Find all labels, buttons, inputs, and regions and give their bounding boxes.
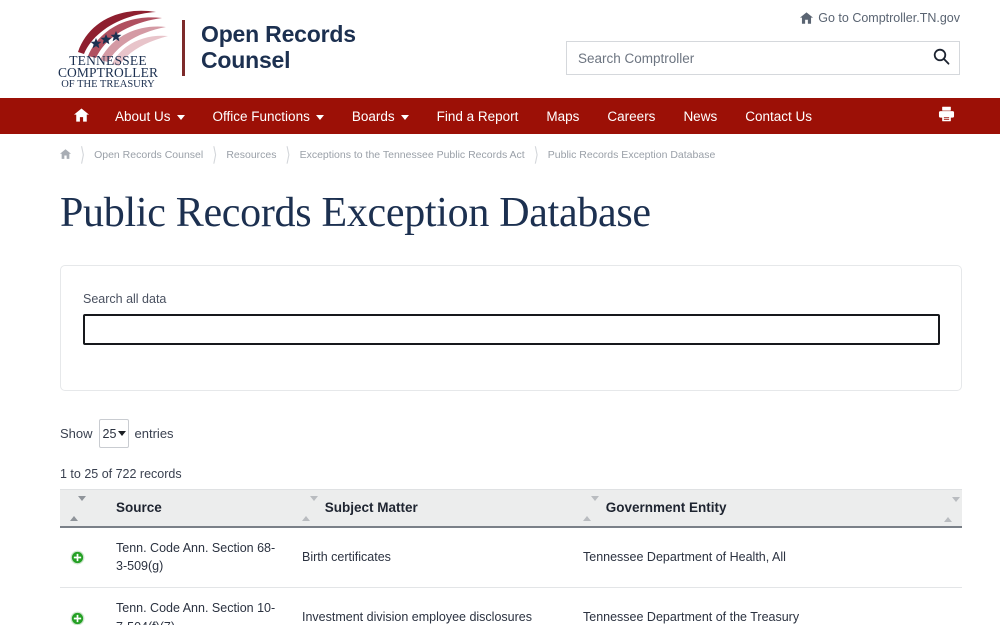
printer-icon bbox=[938, 106, 955, 127]
table-header-row: Source Subject Matter Government Entity bbox=[60, 490, 962, 527]
nav-label: Contact Us bbox=[745, 109, 812, 124]
site-search-box[interactable] bbox=[566, 41, 960, 75]
entries-label: entries bbox=[135, 426, 174, 441]
plus-circle-icon[interactable] bbox=[70, 611, 85, 625]
site-search-input[interactable] bbox=[567, 51, 923, 66]
nav-item-boards[interactable]: Boards bbox=[338, 98, 423, 134]
table-body: Tenn. Code Ann. Section 68-3-509(g) Birt… bbox=[60, 527, 962, 625]
main-navigation: About Us Office Functions Boards Find a … bbox=[0, 98, 1000, 134]
show-label: Show bbox=[60, 426, 93, 441]
nav-label: Boards bbox=[352, 109, 395, 124]
site-logo[interactable]: TENNESSEE COMPTROLLER OF THE TREASURY Op… bbox=[44, 8, 356, 88]
site-header: TENNESSEE COMPTROLLER OF THE TREASURY Op… bbox=[0, 0, 1000, 98]
cell-source: Tenn. Code Ann. Section 68-3-509(g) bbox=[108, 527, 294, 588]
nav-label: Find a Report bbox=[437, 109, 519, 124]
svg-text:COMPTROLLER: COMPTROLLER bbox=[58, 65, 158, 80]
nav-label: About Us bbox=[115, 109, 171, 124]
print-button[interactable] bbox=[932, 102, 960, 130]
column-header-subject-matter[interactable]: Subject Matter bbox=[294, 490, 575, 527]
breadcrumb-separator: ⟩ bbox=[534, 143, 539, 167]
page-length-select-wrapper[interactable]: 25 bbox=[99, 419, 129, 448]
nav-items: About Us Office Functions Boards Find a … bbox=[0, 98, 826, 134]
site-search-button[interactable] bbox=[923, 42, 959, 74]
breadcrumb-home[interactable] bbox=[60, 149, 80, 162]
nav-item-find-a-report[interactable]: Find a Report bbox=[423, 98, 533, 134]
chevron-down-icon bbox=[401, 115, 409, 120]
cell-subject-matter: Investment division employee disclosures bbox=[294, 588, 575, 625]
cell-subject-matter: Birth certificates bbox=[294, 527, 575, 588]
cell-source: Tenn. Code Ann. Section 10-7-504(f)(7) bbox=[108, 588, 294, 625]
table-row[interactable]: Tenn. Code Ann. Section 68-3-509(g) Birt… bbox=[60, 527, 962, 588]
breadcrumb: ⟩ Open Records Counsel ⟩ Resources ⟩ Exc… bbox=[0, 134, 1000, 163]
column-label: Source bbox=[116, 500, 162, 515]
breadcrumb-item-exceptions[interactable]: Exceptions to the Tennessee Public Recor… bbox=[291, 149, 534, 161]
nav-item-careers[interactable]: Careers bbox=[593, 98, 669, 134]
exceptions-table-container: Source Subject Matter Government Entity bbox=[60, 489, 962, 625]
nav-label: News bbox=[683, 109, 717, 124]
nav-item-office-functions[interactable]: Office Functions bbox=[199, 98, 338, 134]
nav-item-maps[interactable]: Maps bbox=[532, 98, 593, 134]
nav-item-contact-us[interactable]: Contact Us bbox=[731, 98, 826, 134]
sort-arrows-icon bbox=[944, 502, 953, 517]
breadcrumb-item-resources[interactable]: Resources bbox=[217, 149, 285, 161]
search-all-data-panel: Search all data bbox=[60, 265, 962, 391]
breadcrumb-separator: ⟩ bbox=[80, 143, 85, 167]
nav-label: Maps bbox=[546, 109, 579, 124]
cell-government-entity: Tennessee Department of Health, All bbox=[575, 527, 962, 588]
column-label: Subject Matter bbox=[325, 500, 418, 515]
home-icon bbox=[74, 108, 89, 125]
home-icon bbox=[60, 150, 71, 162]
column-header-source[interactable]: Source bbox=[108, 490, 294, 527]
row-expand-cell[interactable] bbox=[60, 527, 108, 588]
column-header-government-entity[interactable]: Government Entity bbox=[575, 490, 962, 527]
search-all-data-label: Search all data bbox=[83, 292, 939, 306]
chevron-down-icon bbox=[177, 115, 185, 120]
table-row[interactable]: Tenn. Code Ann. Section 10-7-504(f)(7) I… bbox=[60, 588, 962, 625]
page-title: Public Records Exception Database bbox=[60, 189, 1000, 237]
go-to-comptroller-label: Go to Comptroller.TN.gov bbox=[818, 11, 960, 25]
nav-item-about-us[interactable]: About Us bbox=[101, 98, 199, 134]
cell-government-entity: Tennessee Department of the Treasury bbox=[575, 588, 962, 625]
nav-label: Office Functions bbox=[213, 109, 310, 124]
nav-label: Careers bbox=[607, 109, 655, 124]
site-title-line1: Open Records bbox=[201, 22, 356, 48]
search-all-data-input[interactable] bbox=[83, 314, 940, 345]
row-expand-cell[interactable] bbox=[60, 588, 108, 625]
nav-item-news[interactable]: News bbox=[669, 98, 731, 134]
sort-arrows-icon bbox=[302, 501, 311, 516]
tennessee-comptroller-seal-icon: TENNESSEE COMPTROLLER OF THE TREASURY bbox=[44, 8, 172, 88]
sort-arrows-icon bbox=[70, 501, 79, 516]
breadcrumb-item-current: Public Records Exception Database bbox=[539, 149, 725, 161]
page-length-select[interactable]: 25 bbox=[99, 419, 129, 448]
nav-item-home[interactable] bbox=[60, 98, 101, 134]
search-icon bbox=[933, 48, 950, 68]
logo-divider bbox=[182, 20, 185, 76]
records-info: 1 to 25 of 722 records bbox=[60, 467, 1000, 481]
exceptions-table: Source Subject Matter Government Entity bbox=[60, 489, 962, 625]
chevron-down-icon bbox=[316, 115, 324, 120]
breadcrumb-item-open-records-counsel[interactable]: Open Records Counsel bbox=[85, 149, 212, 161]
column-header-expand[interactable] bbox=[60, 490, 108, 527]
svg-text:OF THE TREASURY: OF THE TREASURY bbox=[61, 79, 155, 88]
breadcrumb-separator: ⟩ bbox=[212, 143, 217, 167]
breadcrumb-separator: ⟩ bbox=[286, 143, 291, 167]
site-title-line2: Counsel bbox=[201, 48, 356, 74]
table-header: Source Subject Matter Government Entity bbox=[60, 490, 962, 527]
sort-arrows-icon-left bbox=[583, 501, 592, 516]
site-title: Open Records Counsel bbox=[201, 22, 356, 74]
home-icon bbox=[800, 12, 813, 24]
plus-circle-icon[interactable] bbox=[70, 550, 85, 565]
go-to-comptroller-link[interactable]: Go to Comptroller.TN.gov bbox=[800, 11, 960, 25]
column-label: Government Entity bbox=[606, 500, 727, 515]
page-length-control: Show 25 entries bbox=[60, 419, 1000, 448]
